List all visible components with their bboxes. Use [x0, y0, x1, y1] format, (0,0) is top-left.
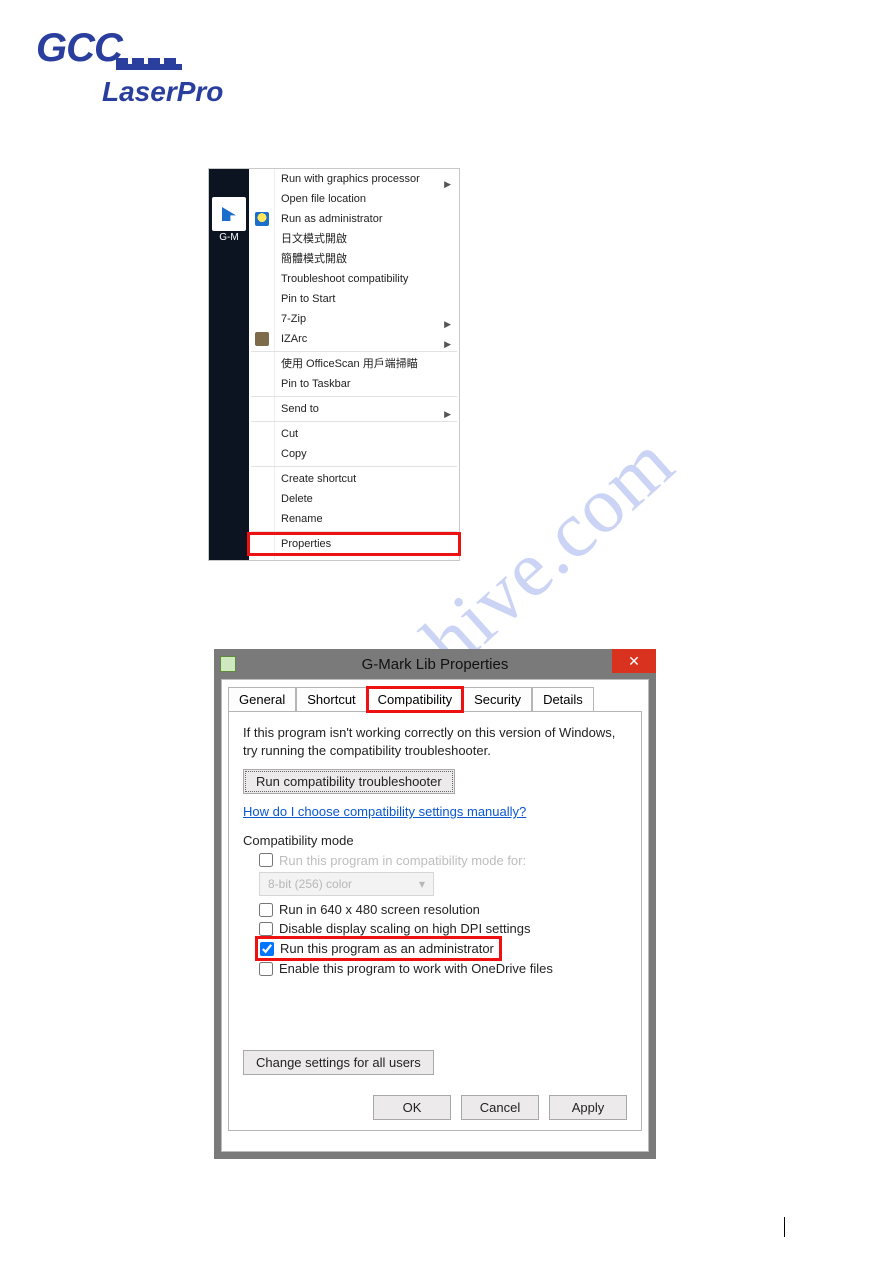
logo-product: LaserPro	[102, 76, 223, 108]
dropdown-text: 8-bit (256) color	[268, 877, 352, 891]
ctx-label: IZArc	[281, 333, 307, 345]
intro-line2: try running the compatibility troublesho…	[243, 743, 491, 758]
ctx-label: Create shortcut	[281, 473, 356, 485]
ctx-item-pin-to-taskbar[interactable]: Pin to Taskbar	[249, 374, 459, 394]
compat-mode-checkbox[interactable]	[259, 853, 273, 867]
check-run-as-admin[interactable]	[260, 942, 274, 956]
shield-icon	[255, 212, 269, 226]
properties-dialog: G-Mark Lib Properties ✕ General Shortcut…	[214, 649, 656, 1159]
context-menu: Run with graphics processor▶ Open file l…	[249, 169, 459, 560]
cancel-button[interactable]: Cancel	[461, 1095, 539, 1120]
manual-settings-link[interactable]: How do I choose compatibility settings m…	[243, 804, 526, 819]
ctx-label: 簡體模式開啟	[281, 253, 347, 265]
compat-mode-check-row[interactable]: Run this program in compatibility mode f…	[259, 852, 627, 868]
ctx-item-rename[interactable]: Rename	[249, 509, 459, 529]
ctx-item-simplified-mode[interactable]: 簡體模式開啟	[249, 249, 459, 269]
check-640-row[interactable]: Run in 640 x 480 screen resolution	[259, 902, 627, 917]
context-menu-screenshot: G-M Run with graphics processor▶ Open fi…	[209, 169, 459, 560]
izarc-icon	[255, 332, 269, 346]
ctx-label: Delete	[281, 493, 313, 505]
check-disable-dpi-scaling[interactable]	[259, 922, 273, 936]
ctx-separator	[251, 351, 457, 352]
tab-strip: General Shortcut Compatibility Security …	[222, 680, 648, 711]
intro-line1: If this program isn't working correctly …	[243, 725, 615, 740]
tab-compatibility[interactable]: Compatibility	[367, 687, 463, 712]
ctx-label: Properties	[281, 538, 331, 550]
ctx-label: 日文模式開啟	[281, 233, 347, 245]
tab-security[interactable]: Security	[463, 687, 532, 712]
ctx-label: Rename	[281, 513, 323, 525]
ctx-label: Open file location	[281, 193, 366, 205]
run-troubleshooter-button[interactable]: Run compatibility troubleshooter	[243, 769, 455, 794]
ctx-item-pin-to-start[interactable]: Pin to Start	[249, 289, 459, 309]
change-all-users-button[interactable]: Change settings for all users	[243, 1050, 434, 1075]
ctx-item-delete[interactable]: Delete	[249, 489, 459, 509]
ctx-label: Run as administrator	[281, 213, 383, 225]
check-640-label: Run in 640 x 480 screen resolution	[279, 902, 480, 917]
check-onedrive[interactable]	[259, 962, 273, 976]
check-admin-row[interactable]: Run this program as an administrator	[259, 940, 627, 957]
close-button[interactable]: ✕	[612, 649, 656, 673]
close-icon: ✕	[628, 653, 640, 670]
ctx-separator	[251, 421, 457, 422]
shortcut-arrow-icon	[222, 207, 236, 221]
chevron-down-icon: ▾	[419, 877, 425, 891]
apply-button[interactable]: Apply	[549, 1095, 627, 1120]
ctx-item-send-to[interactable]: Send to▶	[249, 399, 459, 419]
dialog-titlebar[interactable]: G-Mark Lib Properties ✕	[214, 649, 656, 679]
ctx-item-properties[interactable]: Properties	[249, 534, 459, 554]
check-admin-label: Run this program as an administrator	[280, 941, 494, 956]
ctx-label: Copy	[281, 448, 307, 460]
context-menu-list: Run with graphics processor▶ Open file l…	[249, 169, 459, 554]
ctx-separator	[251, 466, 457, 467]
compat-mode-check-label: Run this program in compatibility mode f…	[279, 853, 526, 868]
ctx-label: Send to	[281, 403, 319, 415]
ctx-label: 使用 OfficeScan 用戶端掃瞄	[281, 358, 418, 370]
desktop-shortcut-label: G-M	[212, 232, 246, 243]
ctx-separator	[251, 531, 457, 532]
ctx-item-open-file-location[interactable]: Open file location	[249, 189, 459, 209]
compatibility-panel: If this program isn't working correctly …	[228, 711, 642, 1131]
check-dpi-row[interactable]: Disable display scaling on high DPI sett…	[259, 921, 627, 936]
ctx-item-run-graphics-processor[interactable]: Run with graphics processor▶	[249, 169, 459, 189]
ctx-label: 7-Zip	[281, 313, 306, 325]
check-dpi-label: Disable display scaling on high DPI sett…	[279, 921, 530, 936]
dialog-button-row: OK Cancel Apply	[373, 1095, 627, 1120]
dialog-title: G-Mark Lib Properties	[362, 656, 509, 673]
ctx-label: Run with graphics processor	[281, 173, 420, 185]
ctx-label: Pin to Taskbar	[281, 378, 351, 390]
logo-swoosh	[116, 58, 246, 78]
ctx-label: Troubleshoot compatibility	[281, 273, 408, 285]
tab-shortcut[interactable]: Shortcut	[296, 687, 366, 712]
ctx-item-officescan[interactable]: 使用 OfficeScan 用戶端掃瞄	[249, 354, 459, 374]
check-onedrive-label: Enable this program to work with OneDriv…	[279, 961, 553, 976]
ctx-item-troubleshoot-compat[interactable]: Troubleshoot compatibility	[249, 269, 459, 289]
ctx-item-izarc[interactable]: IZArc▶	[249, 329, 459, 349]
ok-button[interactable]: OK	[373, 1095, 451, 1120]
ctx-item-jp-mode[interactable]: 日文模式開啟	[249, 229, 459, 249]
page-edge-marker	[784, 1217, 785, 1237]
intro-text: If this program isn't working correctly …	[243, 724, 627, 759]
dialog-inner: General Shortcut Compatibility Security …	[221, 679, 649, 1152]
ctx-item-run-as-admin[interactable]: Run as administrator	[249, 209, 459, 229]
ctx-label: Cut	[281, 428, 298, 440]
ctx-separator	[251, 396, 457, 397]
check-onedrive-row[interactable]: Enable this program to work with OneDriv…	[259, 961, 627, 976]
ctx-item-7zip[interactable]: 7-Zip▶	[249, 309, 459, 329]
ctx-item-create-shortcut[interactable]: Create shortcut	[249, 469, 459, 489]
desktop-shortcut-icon[interactable]	[212, 197, 246, 231]
tab-general[interactable]: General	[228, 687, 296, 712]
dialog-title-icon	[220, 656, 236, 672]
ctx-label: Pin to Start	[281, 293, 335, 305]
gcc-laserpro-logo: GCC LaserPro	[36, 28, 226, 92]
check-640x480[interactable]	[259, 903, 273, 917]
ctx-item-copy[interactable]: Copy	[249, 444, 459, 464]
color-depth-dropdown-disabled: 8-bit (256) color ▾	[259, 872, 434, 896]
tab-details[interactable]: Details	[532, 687, 594, 712]
compat-mode-title: Compatibility mode	[243, 833, 627, 848]
ctx-item-cut[interactable]: Cut	[249, 424, 459, 444]
